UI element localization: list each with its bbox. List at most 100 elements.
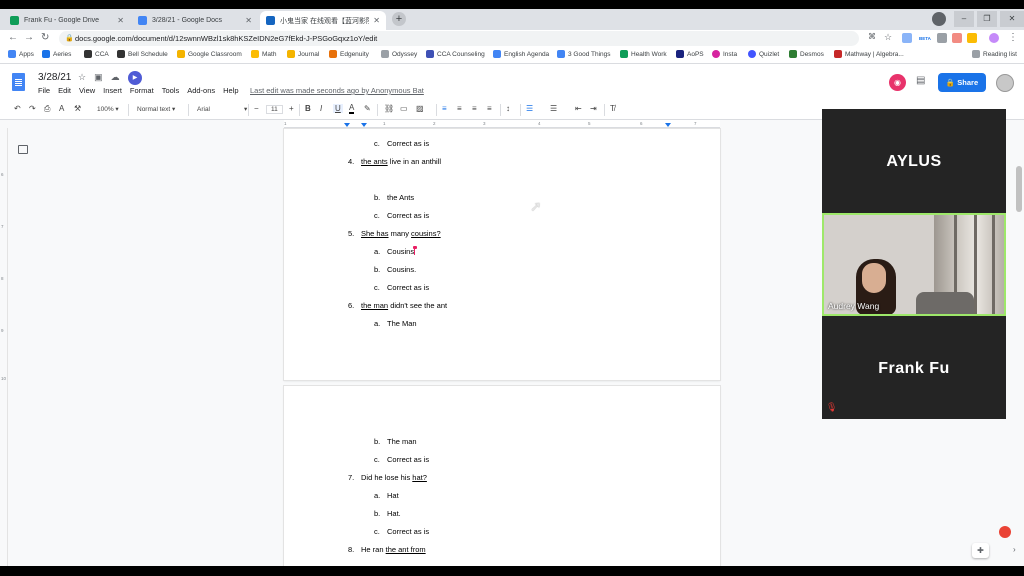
bookmark-math[interactable]: Math	[251, 50, 276, 58]
extension-icon[interactable]	[902, 33, 912, 43]
participant-video-tile[interactable]: Audrey Wang	[822, 213, 1006, 316]
document-page[interactable]: c. Correct as is 4. the ants live in an an…	[284, 129, 720, 380]
more-menu-icon[interactable]: ⋮	[1008, 32, 1018, 43]
bookmark-cca[interactable]: CCA	[84, 50, 109, 58]
right-indent-marker[interactable]	[665, 123, 671, 127]
move-folder-icon[interactable]: ▣	[94, 72, 103, 83]
zoom-video-panel[interactable]: AYLUS Audrey Wang Frank Fu	[822, 109, 1006, 419]
text-color-icon[interactable]: A	[349, 104, 355, 114]
vertical-scrollbar[interactable]	[1014, 128, 1024, 566]
align-center-icon[interactable]: ≡	[457, 104, 462, 113]
increase-indent-icon[interactable]: ⇥	[590, 104, 597, 113]
link-icon[interactable]: ⛓	[384, 104, 394, 113]
last-edit-link[interactable]: Last edit was made seconds ago by Anonym…	[250, 86, 424, 95]
bookmark-edgenuity[interactable]: Edgenuity	[329, 50, 369, 58]
participant-tile[interactable]: Frank Fu	[822, 316, 1006, 419]
paint-format-icon[interactable]: ⚒	[74, 104, 81, 113]
bookmark-desmos[interactable]: Desmos	[789, 50, 824, 58]
side-panel-arrow-icon[interactable]: ›	[1013, 545, 1016, 554]
bookmark-health-work[interactable]: Health Work	[620, 50, 667, 58]
close-icon[interactable]: ✕	[373, 16, 380, 25]
undo-icon[interactable]: ↶	[14, 104, 21, 113]
line-spacing-icon[interactable]: ↕	[506, 104, 510, 113]
notification-badge[interactable]	[999, 526, 1011, 538]
share-button[interactable]: 🔒 Share	[938, 73, 986, 92]
back-icon[interactable]: ←	[8, 32, 18, 43]
scrollbar-thumb[interactable]	[1016, 166, 1022, 212]
underline-icon[interactable]: U	[333, 104, 343, 113]
document-title[interactable]: 3/28/21	[38, 72, 71, 83]
extension-icon[interactable]: ⌘	[868, 32, 876, 41]
docs-home-icon[interactable]	[12, 73, 25, 91]
tab-google-docs[interactable]: 3/28/21 - Google Docs ✕	[132, 11, 258, 30]
bookmark-cca-counseling[interactable]: CCA Counseling	[426, 50, 485, 58]
tab-video-site[interactable]: 小鬼当家 在线观看【蓝河影院】- ✕	[260, 11, 386, 30]
menu-tools[interactable]: Tools	[162, 86, 180, 95]
forward-icon[interactable]: →	[24, 32, 34, 43]
close-icon[interactable]: ✕	[117, 16, 124, 25]
horizontal-ruler[interactable]: 1 1 2 3 4 5 6 7	[284, 120, 720, 128]
meet-icon[interactable]: ◉	[889, 74, 906, 91]
document-outline-icon[interactable]	[18, 145, 28, 154]
extension-icon[interactable]	[937, 33, 947, 43]
decrease-font-size-icon[interactable]: −	[254, 104, 259, 113]
participant-tile[interactable]: AYLUS	[822, 109, 1006, 212]
star-icon[interactable]: ☆	[78, 72, 86, 83]
decrease-indent-icon[interactable]: ⇤	[575, 104, 582, 113]
menu-format[interactable]: Format	[130, 86, 154, 95]
font-select[interactable]: Arial ▾	[197, 105, 247, 113]
restore-button[interactable]: ❐	[977, 11, 997, 27]
present-icon[interactable]: ▶	[128, 71, 142, 85]
zoom-select[interactable]: 100% ▾	[97, 105, 119, 113]
menu-file[interactable]: File	[38, 86, 50, 95]
bookmark-odyssey[interactable]: Odyssey	[381, 50, 417, 58]
bulleted-list-icon[interactable]: ☰	[550, 104, 557, 113]
increase-font-size-icon[interactable]: +	[289, 104, 294, 113]
close-window-button[interactable]: ✕	[1000, 11, 1024, 27]
explore-icon[interactable]: ✚	[972, 543, 989, 558]
menu-view[interactable]: View	[79, 86, 95, 95]
clear-formatting-icon[interactable]: T̸	[610, 104, 615, 113]
menu-edit[interactable]: Edit	[58, 86, 71, 95]
numbered-list-icon[interactable]: ☰	[526, 104, 533, 113]
bookmark-3-good-things[interactable]: 3 Good Things	[557, 50, 611, 58]
menu-help[interactable]: Help	[223, 86, 238, 95]
highlight-icon[interactable]: ✎	[364, 104, 371, 113]
align-right-icon[interactable]: ≡	[472, 104, 477, 113]
bookmark-english-agenda[interactable]: English Agenda	[493, 50, 549, 58]
address-bar[interactable]: 🔒 docs.google.com/document/d/12swnnWBzl1…	[59, 31, 859, 46]
minimize-button[interactable]: –	[954, 11, 974, 27]
spellcheck-icon[interactable]: A	[59, 104, 64, 113]
comment-icon[interactable]: ▭	[400, 104, 408, 113]
reload-icon[interactable]: ↻	[41, 32, 49, 43]
image-icon[interactable]: ▨	[416, 104, 424, 113]
bookmark-apps[interactable]: Apps	[8, 50, 34, 58]
bookmark-google-classroom[interactable]: Google Classroom	[177, 50, 242, 58]
bookmark-insta[interactable]: Insta	[712, 50, 737, 58]
comment-history-icon[interactable]: ▤	[916, 75, 925, 86]
redo-icon[interactable]: ↷	[29, 104, 36, 113]
font-size-input[interactable]: 11	[266, 105, 283, 114]
tab-google-drive[interactable]: Frank Fu - Google Drive ✕	[4, 11, 130, 30]
bookmark-journal[interactable]: Journal	[287, 50, 319, 58]
align-justify-icon[interactable]: ≡	[487, 104, 492, 113]
extension-icon[interactable]	[952, 33, 962, 43]
account-avatar[interactable]	[996, 74, 1014, 92]
menu-insert[interactable]: Insert	[103, 86, 122, 95]
bookmark-bell-schedule[interactable]: Bell Schedule	[117, 50, 168, 58]
extension-icon[interactable]	[967, 33, 977, 43]
bookmark-aops[interactable]: AoPS	[676, 50, 704, 58]
profile-icon[interactable]	[932, 12, 946, 26]
new-tab-button[interactable]: +	[392, 12, 406, 26]
menu-addons[interactable]: Add-ons	[187, 86, 215, 95]
bookmark-quizlet[interactable]: Quizlet	[748, 50, 779, 58]
print-icon[interactable]: ⎙	[44, 104, 50, 114]
profile-avatar[interactable]	[989, 33, 999, 43]
bookmark-mathway[interactable]: Mathway | Algebra...	[834, 50, 904, 58]
bold-icon[interactable]: B	[305, 104, 311, 113]
left-indent-marker[interactable]	[344, 123, 350, 127]
italic-icon[interactable]: I	[320, 104, 322, 113]
bookmark-star-icon[interactable]: ☆	[884, 32, 892, 43]
bookmark-aeries[interactable]: Aeries	[42, 50, 71, 58]
document-page[interactable]: b. The man c. Correct as is 7. Did he lose …	[284, 386, 720, 571]
